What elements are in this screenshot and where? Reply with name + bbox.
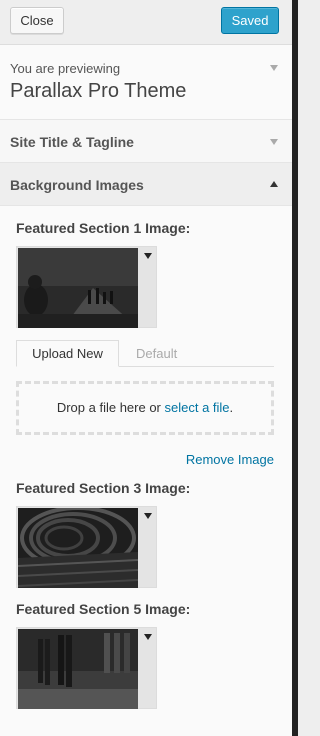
section-title: Site Title & Tagline — [10, 134, 134, 150]
preview-frame-edge — [292, 0, 298, 736]
featured-3-title: Featured Section 3 Image: — [16, 480, 191, 496]
featured-1-image-picker[interactable] — [16, 246, 157, 328]
file-dropzone[interactable]: Drop a file here or select a file. — [16, 381, 274, 435]
featured-5-thumbnail[interactable] — [18, 629, 138, 709]
featured-3-image-picker[interactable] — [16, 506, 157, 588]
tab-default[interactable]: Default — [136, 346, 177, 361]
section-title: Background Images — [10, 177, 144, 193]
select-file-link[interactable]: select a file — [165, 400, 230, 415]
chevron-down-icon[interactable] — [270, 65, 278, 71]
customizer-panel: You are previewing Parallax Pro Theme Si… — [0, 45, 292, 736]
dropzone-suffix: . — [229, 400, 234, 415]
theme-name: Parallax Pro Theme — [10, 80, 187, 102]
background-images-content: Featured Section 1 Image: Upload New Def… — [0, 206, 292, 736]
customizer-header: Close Saved — [0, 0, 292, 45]
theme-info[interactable]: You are previewing Parallax Pro Theme — [0, 45, 292, 120]
dropzone-text: Drop a file here or — [56, 400, 165, 415]
close-button[interactable]: Close — [10, 7, 64, 34]
featured-1-thumbnail[interactable] — [18, 248, 138, 328]
chevron-up-icon — [270, 181, 278, 187]
featured-3-thumbnail[interactable] — [18, 508, 138, 588]
section-background-images[interactable]: Background Images — [0, 163, 292, 206]
chevron-down-icon — [270, 139, 278, 145]
upload-tabs: Upload New Default — [16, 340, 274, 367]
featured-1-title: Featured Section 1 Image: — [16, 220, 191, 236]
chevron-down-icon[interactable] — [144, 513, 152, 519]
previewing-label: You are previewing — [10, 61, 121, 76]
chevron-down-icon[interactable] — [144, 253, 152, 259]
tab-upload-new[interactable]: Upload New — [16, 340, 119, 367]
section-site-title-tagline[interactable]: Site Title & Tagline — [0, 120, 292, 163]
chevron-down-icon[interactable] — [144, 634, 152, 640]
featured-5-image-picker[interactable] — [16, 627, 157, 709]
featured-5-title: Featured Section 5 Image: — [16, 601, 191, 617]
remove-image-link[interactable]: Remove Image — [186, 452, 274, 467]
saved-button[interactable]: Saved — [221, 7, 279, 34]
